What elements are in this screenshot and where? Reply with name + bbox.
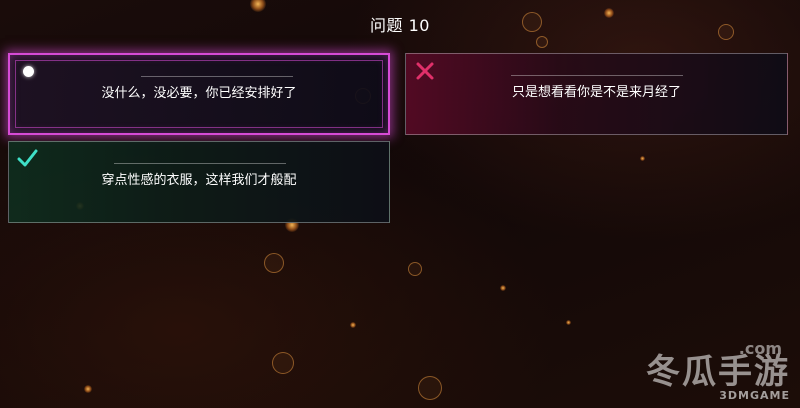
bokeh-particle (408, 262, 422, 276)
bokeh-particle (84, 385, 92, 393)
bokeh-particle (264, 253, 284, 273)
check-icon (17, 149, 38, 167)
answer-option-3[interactable]: 穿点性感的衣服，这样我们才般配 (8, 141, 390, 223)
option-label: 穿点性感的衣服，这样我们才般配 (101, 173, 297, 188)
game-screen: 问题 10 没什么，没必要，你已经安排好了 只是想看看你是不是来月经了 穿点性感… (0, 0, 800, 408)
bokeh-particle (566, 320, 571, 325)
bokeh-particle (640, 156, 645, 161)
watermark-logo-text: 冬瓜手游 (646, 352, 790, 392)
option-divider (511, 75, 683, 76)
question-title: 问题 10 (370, 16, 430, 35)
bokeh-particle (418, 376, 442, 400)
bokeh-particle (250, 0, 266, 12)
bokeh-particle (350, 322, 356, 328)
cross-icon (416, 62, 434, 80)
option-divider (114, 163, 286, 164)
bokeh-particle (500, 285, 506, 291)
site-watermark: .com 冬瓜手游 3DMGAME (646, 339, 790, 402)
option-divider (141, 76, 293, 77)
answer-option-1[interactable]: 没什么，没必要，你已经安排好了 (8, 53, 390, 135)
bokeh-particle (536, 36, 548, 48)
bokeh-particle (272, 352, 294, 374)
option-label: 没什么，没必要，你已经安排好了 (101, 86, 297, 101)
watermark-url: .com (738, 339, 782, 358)
circle-dot-icon (23, 66, 34, 77)
option-label: 只是想看看你是不是来月经了 (511, 85, 681, 100)
answer-option-2[interactable]: 只是想看看你是不是来月经了 (405, 53, 788, 135)
